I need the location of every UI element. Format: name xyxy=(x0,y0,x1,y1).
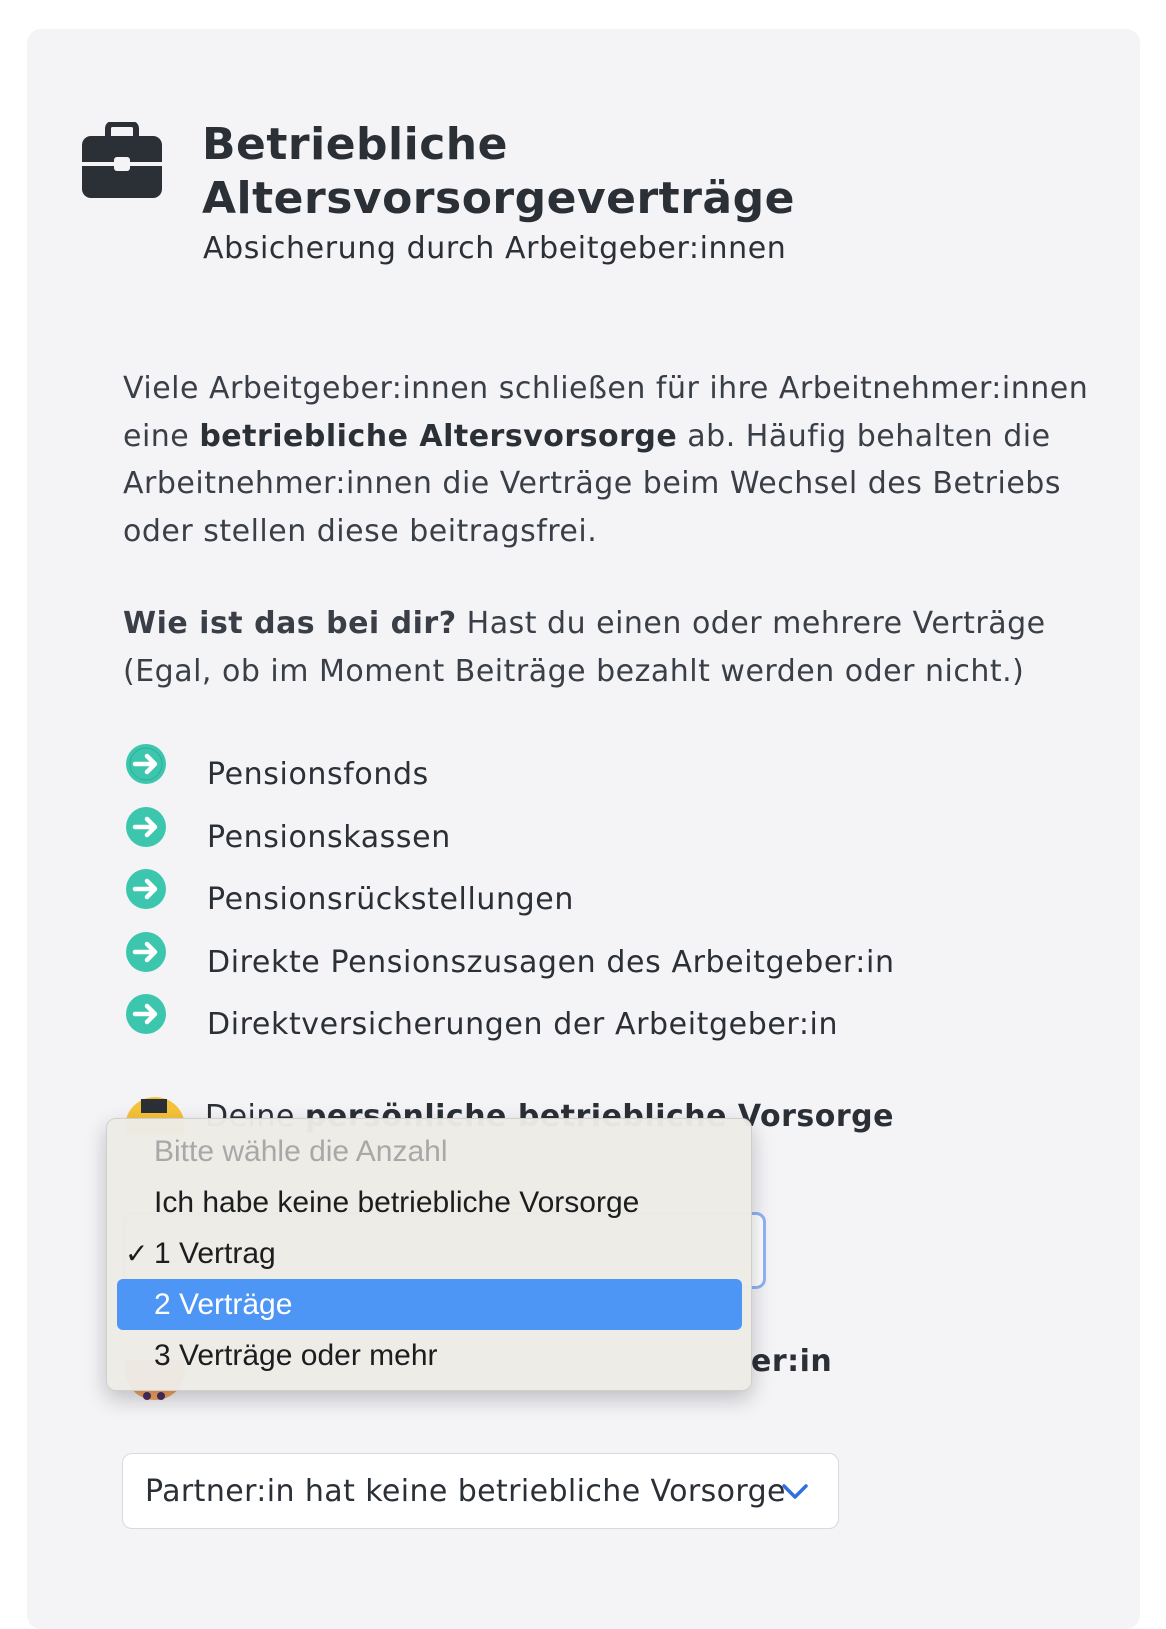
dropdown-option-3-or-more[interactable]: 3 Verträge oder mehr xyxy=(117,1330,742,1381)
partner-contract-count-select[interactable]: Partner:in hat keine betriebliche Vorsor… xyxy=(122,1453,839,1529)
question-paragraph: Wie ist das bei dir? Hast du einen oder … xyxy=(123,606,1046,689)
partner-select-value: Partner:in hat keine betriebliche Vorsor… xyxy=(145,1474,786,1509)
page-title: Betriebliche Altersvorsorgeverträge xyxy=(202,119,795,224)
page-subtitle: Absicherung durch Arbeitgeber:innen xyxy=(203,231,787,266)
arrow-right-circle-icon xyxy=(126,994,166,1034)
chevron-down-icon xyxy=(782,1484,808,1499)
arrow-right-circle-icon xyxy=(126,931,166,972)
list-item-label: Pensionskassen xyxy=(207,819,451,855)
arrow-right-circle-icon xyxy=(126,869,166,909)
dropdown-option-placeholder: Bitte wähle die Anzahl xyxy=(154,1135,448,1168)
list-item-label: Pensionsfonds xyxy=(207,757,429,792)
dropdown-option-2-contracts[interactable]: 2 Verträge xyxy=(117,1279,742,1330)
partner-pension-label: er:in xyxy=(751,1344,833,1379)
briefcase-icon xyxy=(82,122,162,198)
dropdown-option-1-contract[interactable]: ✓ 1 Vertrag xyxy=(117,1228,742,1279)
list-item-label: Pensionsrückstellungen xyxy=(207,882,574,917)
list-item-label: Direkte Pensionszusagen des Arbeitgeber:… xyxy=(207,944,895,980)
intro-paragraph: Viele Arbeitgeber:innen schließen für ih… xyxy=(123,371,1089,549)
arrow-right-circle-icon xyxy=(126,744,166,784)
dropdown-option-none[interactable]: Ich habe keine betriebliche Vorsorge xyxy=(117,1177,742,1228)
list-item-label: Direktversicherungen der Arbeitgeber:in xyxy=(207,1007,839,1042)
arrow-right-circle-icon xyxy=(126,806,166,847)
contract-count-dropdown: Bitte wähle die Anzahl Ich habe keine be… xyxy=(106,1118,752,1391)
checkmark-icon: ✓ xyxy=(125,1238,149,1269)
